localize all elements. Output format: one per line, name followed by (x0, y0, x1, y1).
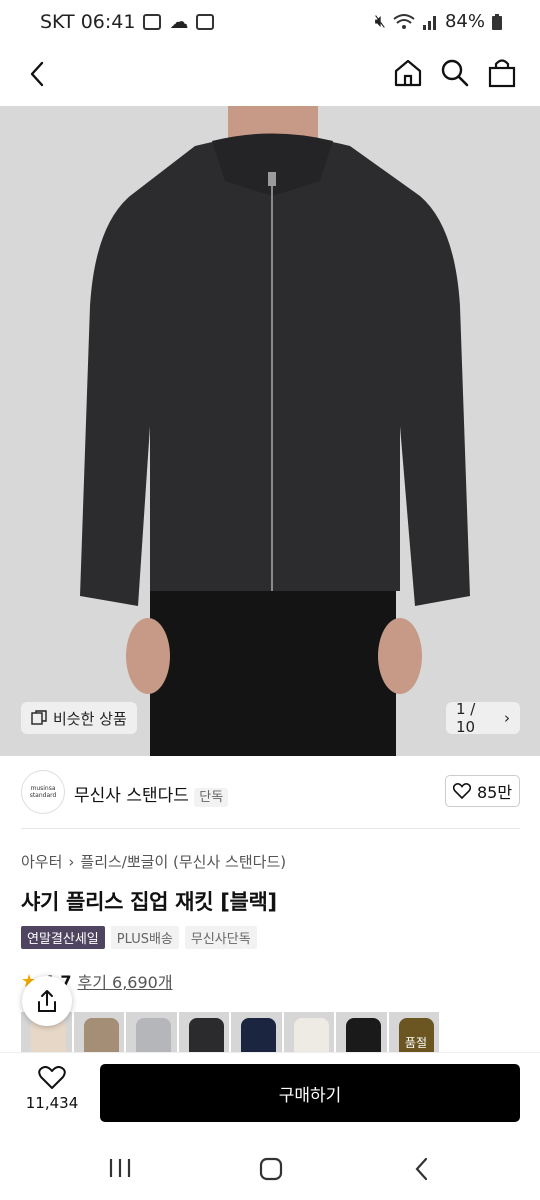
sale-tag: 연말결산세일 (21, 926, 105, 949)
divider (21, 828, 520, 829)
status-left: SKT 06:41 ☁ (40, 11, 215, 33)
top-bar (0, 44, 540, 106)
buy-button[interactable]: 구매하기 (100, 1064, 520, 1122)
wishlist-count: 11,434 (25, 1094, 79, 1112)
color-swatch[interactable] (336, 1012, 387, 1052)
heart-icon (452, 783, 471, 799)
wifi-icon (393, 13, 415, 29)
carrier-time: SKT 06:41 (40, 11, 136, 33)
breadcrumb-subcategory[interactable]: 플리스/뽀글이 (무신사 스탠다드) (80, 851, 286, 872)
brand-logo-text-1: musinsa (30, 785, 56, 792)
back-nav-icon[interactable] (412, 1157, 432, 1181)
image-pager-count: 1 / 10 (456, 700, 476, 736)
chevron-right-icon: › (68, 852, 75, 871)
exclusive-badge: 단독 (194, 788, 229, 807)
product-tags: 연말결산세일 PLUS배송 무신사단독 (21, 926, 257, 949)
product-photo (0, 106, 540, 756)
review-link[interactable]: 후기 6,690개 (77, 969, 172, 993)
battery-percent: 84% (444, 11, 485, 32)
similar-icon (31, 710, 47, 725)
soldout-label: 품절 (404, 1036, 427, 1050)
product-title: 샤기 플리스 집업 재킷 [블랙] (21, 890, 277, 914)
mute-icon: 🔇︎ (374, 11, 386, 32)
color-swatches: 품절 (21, 1012, 441, 1052)
battery-icon (492, 13, 502, 30)
color-swatch[interactable] (283, 1012, 334, 1052)
similar-products-label: 비슷한 상품 (53, 709, 127, 728)
plus-delivery-tag: PLUS배송 (110, 926, 179, 949)
chevron-right-icon: › (504, 709, 510, 727)
color-swatch[interactable] (126, 1012, 177, 1052)
brand-like-button[interactable]: 85만 (445, 775, 520, 807)
color-swatch[interactable] (231, 1012, 282, 1052)
bag-icon[interactable] (487, 57, 517, 89)
system-nav-bar (0, 1137, 540, 1200)
similar-products-button[interactable]: 비슷한 상품 (21, 702, 137, 734)
heart-icon (38, 1066, 66, 1089)
breadcrumb-category[interactable]: 아우터 (21, 851, 62, 872)
color-swatch[interactable] (178, 1012, 229, 1052)
back-icon[interactable] (26, 60, 50, 88)
image-pager[interactable]: 1 / 10 › (446, 700, 520, 736)
product-image[interactable]: 비슷한 상품 1 / 10 › (0, 106, 540, 756)
exclusive-tag: 무신사단독 (184, 926, 257, 949)
search-icon[interactable] (440, 58, 470, 88)
brand-like-count: 85만 (476, 783, 513, 802)
copy-icon (143, 14, 162, 30)
wishlist-button[interactable]: 11,434 (22, 1066, 82, 1112)
share-button[interactable] (22, 976, 72, 1026)
color-swatch[interactable]: 품절 (388, 1012, 439, 1052)
brand-logo-text-2: standard (29, 792, 57, 799)
home-nav-icon[interactable] (259, 1157, 283, 1181)
share-icon (38, 990, 56, 1012)
home-icon[interactable] (393, 58, 423, 88)
breadcrumb: 아우터 › 플리스/뽀글이 (무신사 스탠다드) (21, 851, 286, 872)
brand-name-row[interactable]: 무신사 스탠다드 단독 (74, 781, 229, 807)
status-bar: SKT 06:41 ☁ 🔇︎ 84% (0, 0, 540, 44)
cloud-icon: ☁ (169, 11, 189, 33)
color-swatch[interactable] (73, 1012, 124, 1052)
status-right: 🔇︎ 84% (375, 11, 502, 32)
image-icon (196, 14, 215, 30)
brand-logo[interactable]: musinsa standard (21, 770, 65, 814)
brand-name: 무신사 스탠다드 (74, 786, 189, 806)
signal-icon (422, 15, 436, 30)
recent-apps-icon[interactable] (108, 1157, 132, 1179)
